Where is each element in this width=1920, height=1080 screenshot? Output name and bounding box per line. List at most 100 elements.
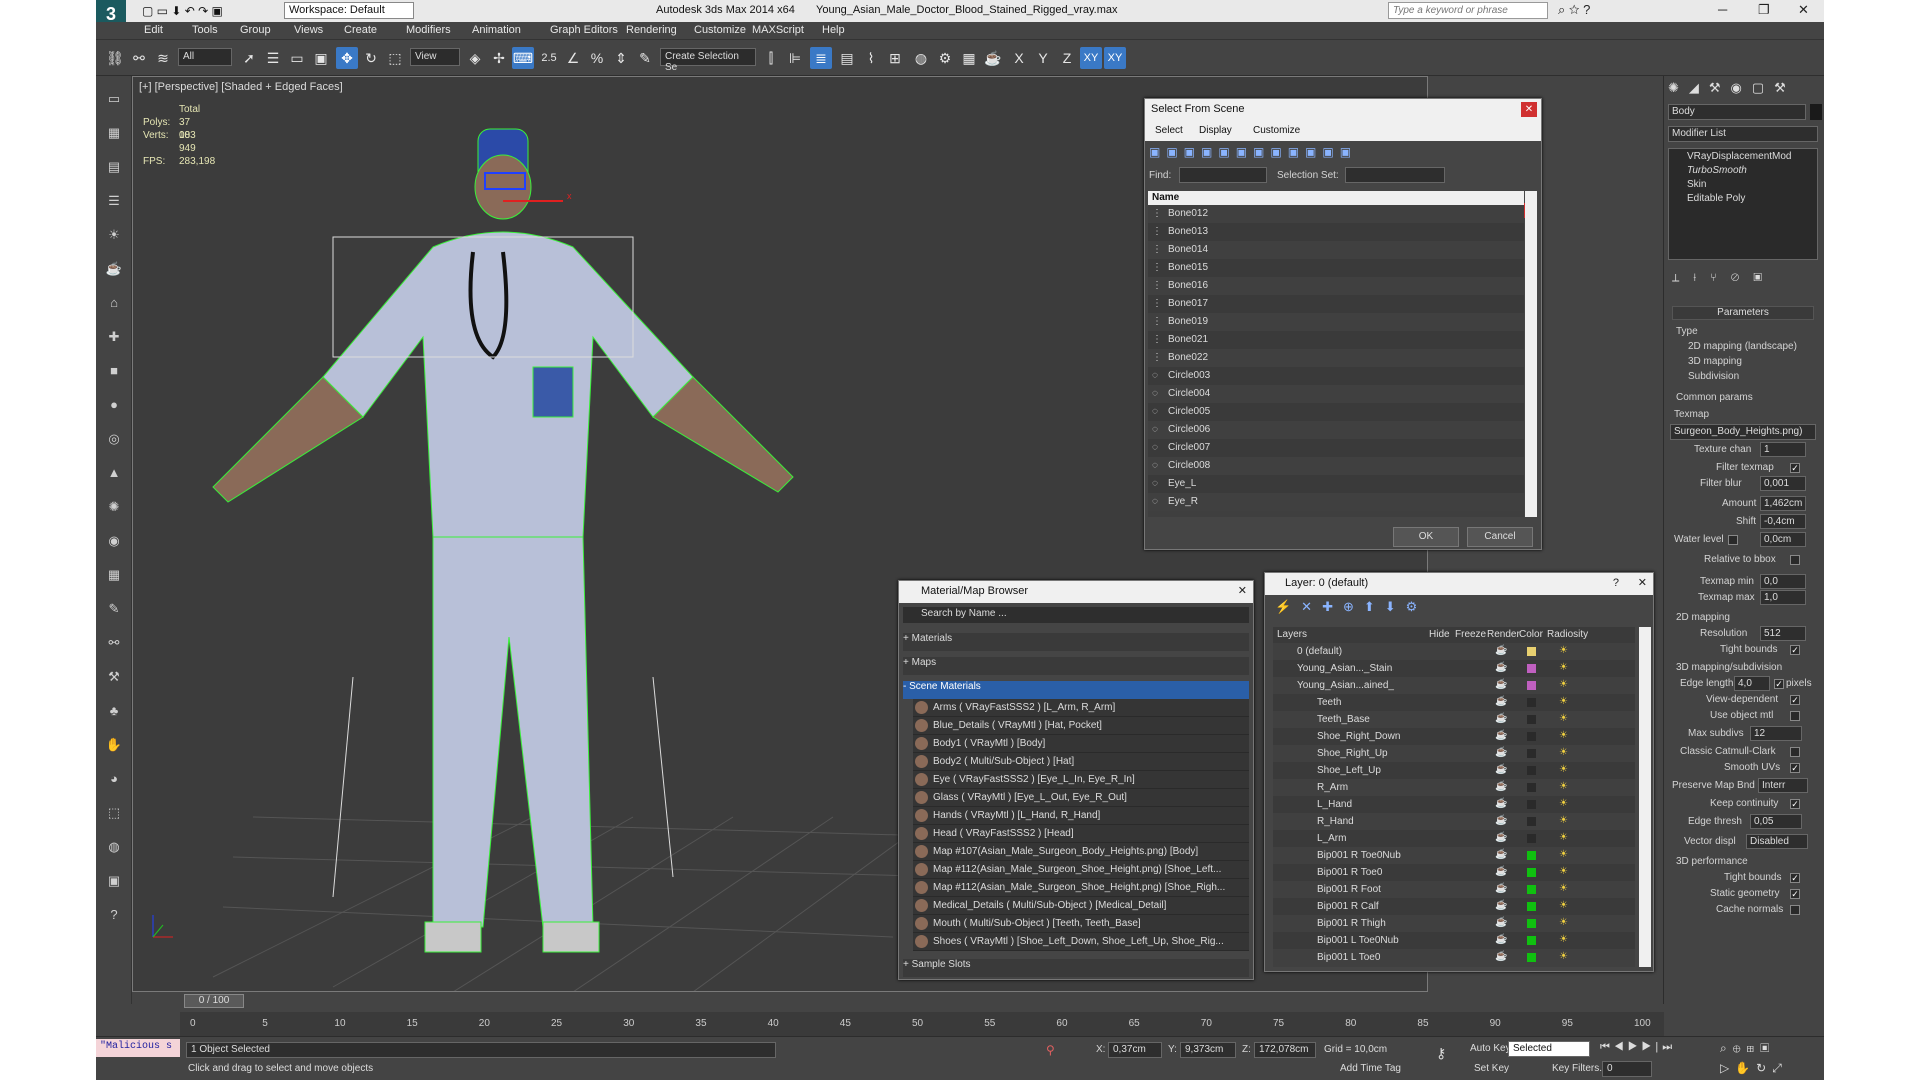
doctor-model[interactable]	[212, 128, 794, 953]
viewport-nav-icons-2[interactable]: ▷✋↻⤢	[1720, 1061, 1788, 1076]
layer-color-swatch[interactable]	[1527, 783, 1536, 792]
render-teapot-icon[interactable]: ☕	[1495, 866, 1507, 877]
render-teapot-icon[interactable]: ☕	[1495, 917, 1507, 928]
layer-row[interactable]: Bip001 R Foot ☕ ☀	[1273, 881, 1635, 899]
named-selection-set[interactable]: Create Selection Se	[660, 48, 756, 73]
render-region-icon[interactable]: ▦	[103, 122, 125, 144]
axis-x-button[interactable]: X	[1008, 47, 1030, 69]
smooth-uvs-checkbox[interactable]: ✓	[1790, 763, 1800, 773]
scene-list-item[interactable]: ⋮ Bone012	[1148, 205, 1524, 223]
material-item[interactable]: Mouth ( Multi/Sub-Object ) [Teeth, Teeth…	[913, 915, 1249, 933]
material-item[interactable]: Glass ( VRayMtl ) [Eye_L_Out, Eye_R_Out]	[913, 789, 1249, 807]
z-coord-field[interactable]: 172,078cm	[1254, 1042, 1316, 1058]
render-teapot-icon[interactable]: ☕	[1495, 798, 1507, 809]
layer-row[interactable]: Teeth ☕ ☀	[1273, 694, 1635, 712]
filter-texmap-checkbox[interactable]: ✓	[1790, 463, 1800, 473]
playback-controls[interactable]: ⏮◀▶▶|⏭	[1600, 1041, 1676, 1054]
maxscript-listener[interactable]: "Malicious s	[96, 1039, 180, 1057]
stack-icon[interactable]: ▣	[103, 870, 125, 892]
radiosity-icon[interactable]: ☀	[1559, 849, 1568, 860]
layer-color-swatch[interactable]	[1527, 834, 1536, 843]
helpers-icon[interactable]: ✚	[103, 326, 125, 348]
render-teapot-icon[interactable]: ☕	[1495, 883, 1507, 894]
x-coord-field[interactable]: 0,37cm	[1108, 1042, 1162, 1058]
radiosity-icon[interactable]: ☀	[1559, 645, 1568, 656]
add-time-tag[interactable]: Add Time Tag	[1340, 1063, 1401, 1074]
radiosity-icon[interactable]: ☀	[1559, 781, 1568, 792]
layer-col-color[interactable]: Color	[1519, 629, 1543, 640]
y-coord-field[interactable]: 9,373cm	[1180, 1042, 1236, 1058]
keyboard-shortcut-icon[interactable]: ⌨	[512, 47, 534, 69]
select-object-icon[interactable]: ➚	[238, 47, 260, 69]
menu-animation[interactable]: Animation	[472, 24, 521, 36]
scene-list-item[interactable]: ◌ Circle008	[1148, 457, 1524, 475]
modifier-list-combo[interactable]: Modifier List	[1668, 126, 1818, 142]
camera-icon[interactable]: ⌂	[103, 292, 125, 314]
globe-icon[interactable]: ◍	[103, 836, 125, 858]
scene-list-item[interactable]: ⋮ Bone013	[1148, 223, 1524, 241]
rect-region-icon[interactable]: ▭	[286, 47, 308, 69]
scene-list-item[interactable]: ◌ Circle005	[1148, 403, 1524, 421]
layer-row[interactable]: Bip001 R Thigh ☕ ☀	[1273, 915, 1635, 933]
scene-list-item[interactable]: ◌ Circle007	[1148, 439, 1524, 457]
layer-row[interactable]: Shoe_Left_Up ☕ ☀	[1273, 762, 1635, 780]
type-2d-radio[interactable]: 2D mapping (landscape)	[1688, 341, 1797, 352]
relative-bbox-checkbox[interactable]	[1790, 555, 1800, 565]
parameters-rollout[interactable]: Parameters	[1672, 306, 1814, 320]
select-by-name-icon[interactable]: ☰	[262, 47, 284, 69]
teapot-icon[interactable]: ☕	[103, 258, 125, 280]
menu-modifiers[interactable]: Modifiers	[406, 24, 451, 36]
menu-tools[interactable]: Tools	[192, 24, 218, 36]
stack-buttons[interactable]: ⟂⟊⑂⊘▣	[1672, 272, 1818, 286]
bones-icon[interactable]: ⚯	[103, 632, 125, 654]
pivot-center-icon[interactable]: ◈	[464, 47, 486, 69]
radiosity-icon[interactable]: ☀	[1559, 917, 1568, 928]
foliage-icon[interactable]: ♣	[103, 700, 125, 722]
render-teapot-icon[interactable]: ☕	[1495, 764, 1507, 775]
material-editor-icon[interactable]: ◍	[910, 47, 932, 69]
axis-z-button[interactable]: Z	[1056, 47, 1078, 69]
layer-color-swatch[interactable]	[1527, 851, 1536, 860]
layer-color-swatch[interactable]	[1527, 647, 1536, 656]
max-subdivs-spinner[interactable]: 12	[1750, 726, 1802, 741]
key-mode-select[interactable]: Selected	[1508, 1041, 1590, 1057]
menu-select[interactable]: Select	[1155, 125, 1183, 136]
radiosity-icon[interactable]: ☀	[1559, 696, 1568, 707]
radiosity-icon[interactable]: ☀	[1559, 866, 1568, 877]
material-browser-close-icon[interactable]: ✕	[1238, 584, 1247, 597]
material-item[interactable]: Eye ( VRayFastSSS2 ) [Eye_L_In, Eye_R_In…	[913, 771, 1249, 789]
layer-row[interactable]: Bip001 R Calf ☕ ☀	[1273, 898, 1635, 916]
layer-row[interactable]: Shoe_Right_Up ☕ ☀	[1273, 745, 1635, 763]
radiosity-icon[interactable]: ☀	[1559, 662, 1568, 673]
render-teapot-icon[interactable]: ☕	[1495, 730, 1507, 741]
layer-col-radiosity[interactable]: Radiosity	[1547, 629, 1588, 640]
shift-spinner[interactable]: -0,4cm	[1760, 514, 1806, 529]
scene-list-item[interactable]: ⋮ Bone014	[1148, 241, 1524, 259]
radiosity-icon[interactable]: ☀	[1559, 815, 1568, 826]
scene-list-item[interactable]: ◌ Circle004	[1148, 385, 1524, 403]
layer-row[interactable]: Shoe_Right_Down ☕ ☀	[1273, 728, 1635, 746]
find-input[interactable]	[1179, 167, 1267, 183]
sample-slots-group[interactable]: + Sample Slots	[903, 959, 1249, 977]
layer-row[interactable]: Bip001 L Toe0 ☕ ☀	[1273, 949, 1635, 967]
menu-help[interactable]: Help	[822, 24, 845, 36]
layer-color-swatch[interactable]	[1527, 766, 1536, 775]
viewport-nav-icons[interactable]: ⌕⊕⊞▣	[1720, 1041, 1775, 1056]
scene-list-item[interactable]: ⋮ Bone021	[1148, 331, 1524, 349]
cancel-button[interactable]: Cancel	[1467, 527, 1533, 547]
radiosity-icon[interactable]: ☀	[1559, 883, 1568, 894]
radiosity-icon[interactable]: ☀	[1559, 934, 1568, 945]
material-item[interactable]: Map #112(Asian_Male_Surgeon_Shoe_Height.…	[913, 861, 1249, 879]
tight-bounds2-checkbox[interactable]: ✓	[1790, 873, 1800, 883]
lock-selection-icon[interactable]: ⚲	[1046, 1043, 1055, 1057]
view-dependent-checkbox[interactable]: ✓	[1790, 695, 1800, 705]
radiosity-icon[interactable]: ☀	[1559, 730, 1568, 741]
layer-color-swatch[interactable]	[1527, 698, 1536, 707]
set-key-button[interactable]: Set Key	[1474, 1063, 1509, 1074]
radiosity-icon[interactable]: ☀	[1559, 747, 1568, 758]
uv-icon[interactable]: ⬚	[103, 802, 125, 824]
type-subdivision-radio[interactable]: Subdivision	[1688, 371, 1739, 382]
layer-color-swatch[interactable]	[1527, 664, 1536, 673]
render-teapot-icon[interactable]: ☕	[1495, 832, 1507, 843]
radiosity-icon[interactable]: ☀	[1559, 679, 1568, 690]
